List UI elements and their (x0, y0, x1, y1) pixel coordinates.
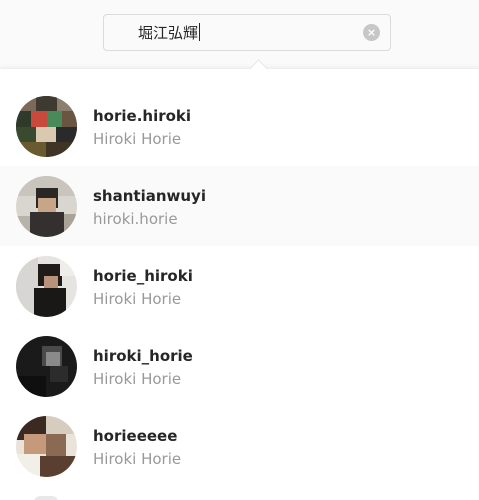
result-row[interactable]: horie_hiroki Hiroki Horie (0, 246, 479, 326)
result-fullname: hiroki.horie (93, 210, 178, 228)
search-page: 堀江弘輝 × horie.hiroki Hiroki Horie shantia… (0, 0, 479, 500)
result-fullname: Hiroki Horie (93, 450, 182, 468)
result-username: shantianwuyi (93, 187, 206, 205)
result-username: horieeeee (93, 427, 178, 445)
search-box[interactable]: 堀江弘輝 × (103, 14, 391, 51)
text-caret (199, 23, 201, 41)
result-row[interactable]: hiroki_horie Hiroki Horie (0, 326, 479, 406)
result-row[interactable]: shantianwuyi hiroki.horie (0, 166, 479, 246)
result-row[interactable]: horie.hiroki Hiroki Horie (0, 86, 479, 166)
dropdown-arrow (249, 59, 268, 78)
result-username: horie.hiroki (93, 107, 192, 125)
next-avatar-edge (34, 496, 58, 500)
result-row[interactable]: horieeeee Hiroki Horie (0, 406, 479, 486)
avatar (16, 336, 77, 397)
result-username: hiroki_horie (93, 347, 193, 365)
result-fullname: Hiroki Horie (93, 130, 182, 148)
clear-icon[interactable]: × (363, 24, 380, 41)
search-results-dropdown: horie.hiroki Hiroki Horie shantianwuyi h… (0, 59, 479, 500)
avatar (16, 256, 77, 317)
avatar (16, 176, 77, 237)
result-fullname: Hiroki Horie (93, 290, 182, 308)
search-input[interactable]: 堀江弘輝 (138, 23, 201, 43)
result-fullname: Hiroki Horie (93, 370, 182, 388)
search-input-text: 堀江弘輝 (138, 24, 199, 42)
avatar (16, 416, 77, 477)
avatar (16, 96, 77, 157)
result-username: horie_hiroki (93, 267, 193, 285)
results-list: horie.hiroki Hiroki Horie shantianwuyi h… (0, 86, 479, 486)
